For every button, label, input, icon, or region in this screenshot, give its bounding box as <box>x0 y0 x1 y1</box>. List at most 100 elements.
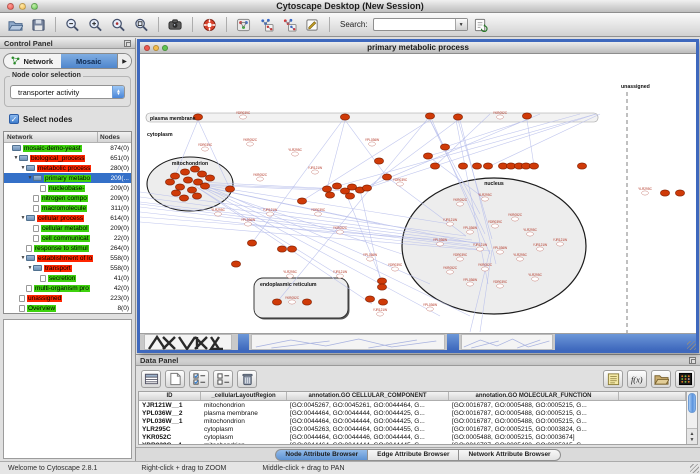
app-resize-grip[interactable] <box>690 464 699 473</box>
tree-row-multi-organism-pro[interactable]: multi-organism pro42(0) <box>4 283 131 293</box>
help-icon[interactable] <box>199 15 220 35</box>
notes-icon[interactable] <box>603 370 623 388</box>
table-cell: [GO:0005488, GO:0005215, GO:0003674] <box>449 434 619 441</box>
minimize-icon[interactable] <box>153 45 159 51</box>
tree-row-cell-communicat[interactable]: cell communicat22(0) <box>4 233 131 243</box>
tree-row-cellular-process[interactable]: ▼cellular process614(0) <box>4 213 131 223</box>
window-resize-grip[interactable] <box>687 341 696 350</box>
import-attributes-icon[interactable] <box>651 370 671 388</box>
tree-row-node-count: 22(0) <box>114 235 131 242</box>
unselect-attributes-icon[interactable] <box>213 370 233 388</box>
tree-row-node-count: 223(0) <box>110 295 131 302</box>
svg-text:unassigned: unassigned <box>621 84 650 90</box>
search-input[interactable]: ▼ <box>373 18 468 31</box>
network-strip-thumbnail[interactable] <box>251 334 445 350</box>
minimized-frame-bar[interactable] <box>555 334 696 350</box>
table-row[interactable]: YDR039C__1mitochondrion[GO:0044464, GO:0… <box>139 441 686 444</box>
network-thumbnail-strip[interactable] <box>140 333 696 350</box>
annotation-icon[interactable] <box>302 15 323 35</box>
open-file-icon[interactable] <box>5 15 26 35</box>
tree-row-transport[interactable]: ▼transport558(0) <box>4 263 131 273</box>
tree-row-biological-process[interactable]: ▼biological_process651(0) <box>4 153 131 163</box>
control-panel-tabs: NetworkMosaic▶ <box>3 53 132 69</box>
table-row[interactable]: YKR052Ccytoplasm[GO:0044464, GO:0044446,… <box>139 433 686 441</box>
merge-networks-icon[interactable] <box>256 15 277 35</box>
table-row[interactable]: YLR295Ccytoplasm[GO:0045263, GO:0044464,… <box>139 425 686 433</box>
save-icon[interactable] <box>28 15 49 35</box>
data-panel-toolbar: f(x) <box>136 366 700 391</box>
network-graph[interactable]: YKR052CYLR295CYJR121WYPL036WYDR039CYKR05… <box>140 54 696 333</box>
tab-mosaic[interactable]: Mosaic <box>61 54 118 68</box>
minimize-window-button[interactable] <box>19 3 26 10</box>
scrollbar-arrows[interactable]: ▲▼ <box>687 428 697 444</box>
data-panel-title: Data Panel <box>140 356 178 365</box>
tree-row-nitrogen-compo[interactable]: nitrogen compo209(0) <box>4 193 131 203</box>
tree-row-nucleobase-[interactable]: nucleobase-209(0) <box>4 183 131 193</box>
tree-row-establishment-of-lo[interactable]: ▼establishment of lo558(0) <box>4 253 131 263</box>
zoom-fit-icon[interactable] <box>131 15 152 35</box>
table-scrollbar[interactable]: ▲▼ <box>686 392 697 444</box>
minimized-frame-bar[interactable] <box>238 334 249 350</box>
select-nodes-checkbox[interactable]: ✓ <box>9 114 19 124</box>
float-panel-icon[interactable] <box>689 357 696 364</box>
zoom-in-icon[interactable] <box>85 15 106 35</box>
close-icon[interactable] <box>144 45 150 51</box>
minimized-frame-bar[interactable] <box>447 334 459 350</box>
table-row[interactable]: YPL036W__2plasma membrane[GO:0044464, GO… <box>139 409 686 417</box>
column-header-id[interactable]: ID <box>139 392 201 400</box>
maximize-icon[interactable] <box>162 45 168 51</box>
network-tree: Network Nodes mosaic-demo-yeast874(0)▼bi… <box>3 131 132 314</box>
table-row[interactable]: YJR121W__1mitochondrion[GO:0045267, GO:0… <box>139 401 686 409</box>
tree-row-response-to-stimul[interactable]: response to stimul264(0) <box>4 243 131 253</box>
reindex-icon[interactable] <box>470 15 491 35</box>
function-builder-icon[interactable]: f(x) <box>627 370 647 388</box>
network-strip-thumbnail[interactable] <box>461 334 553 350</box>
document-icon <box>33 235 39 242</box>
delete-attribute-icon[interactable] <box>237 370 257 388</box>
svg-text:YJR121W: YJR121W <box>308 166 322 170</box>
tree-column-nodes[interactable]: Nodes <box>98 134 131 141</box>
select-attributes-icon[interactable] <box>189 370 209 388</box>
chevron-down-icon[interactable]: ▼ <box>455 19 467 30</box>
difference-networks-icon[interactable] <box>279 15 300 35</box>
zoom-out-icon[interactable] <box>62 15 83 35</box>
network-strip-thumbnail[interactable] <box>144 334 232 350</box>
tree-row-overview[interactable]: Overview8(0) <box>4 303 131 313</box>
heatmap-icon[interactable] <box>675 370 695 388</box>
layout-icon[interactable] <box>233 15 254 35</box>
tab-edge-attribute-browser[interactable]: Edge Attribute Browser <box>368 449 459 461</box>
column-header-molecular-function[interactable]: annotation.GO MOLECULAR_FUNCTION <box>449 392 619 400</box>
zoom-window-button[interactable] <box>31 3 38 10</box>
tab-network-attribute-browser[interactable]: Network Attribute Browser <box>459 449 560 461</box>
tree-row-primary-metabo[interactable]: ▼primary metabo209(... <box>4 173 131 183</box>
network-canvas[interactable]: YKR052CYLR295CYJR121WYPL036WYDR039CYKR05… <box>140 54 696 333</box>
tab-node-attribute-browser[interactable]: Node Attribute Browser <box>275 449 368 461</box>
network-view-titlebar[interactable]: primary metabolic process <box>140 42 696 54</box>
attribute-table-icon[interactable] <box>141 370 161 388</box>
tab-network[interactable]: Network <box>4 54 61 68</box>
table-row[interactable]: YPL036W__1mitochondrion[GO:0044464, GO:0… <box>139 417 686 425</box>
tree-row-label: multi-organism pro <box>34 285 90 292</box>
document-icon <box>19 305 25 312</box>
tree-row-metabolic-process[interactable]: ▼metabolic process280(0) <box>4 163 131 173</box>
tree-row-cellular-metabol[interactable]: cellular metabol209(0) <box>4 223 131 233</box>
tree-row-node-count: 41(0) <box>114 275 131 282</box>
close-window-button[interactable] <box>7 3 14 10</box>
float-panel-icon[interactable] <box>124 40 131 47</box>
scrollbar-thumb[interactable] <box>688 393 696 413</box>
zoom-selected-icon[interactable] <box>108 15 129 35</box>
tree-row-mosaic-demo-yeast[interactable]: mosaic-demo-yeast874(0) <box>4 143 131 153</box>
data-panel-header: Data Panel <box>136 355 700 366</box>
more-tabs-button[interactable]: ▶ <box>117 54 131 68</box>
tree-row-macromolecule[interactable]: macromolecule311(0) <box>4 203 131 213</box>
tree-column-network[interactable]: Network <box>4 132 98 142</box>
new-attribute-icon[interactable] <box>165 370 185 388</box>
snapshot-icon[interactable] <box>165 15 186 35</box>
column-header-cellular-component[interactable]: annotation.GO CELLULAR_COMPONENT <box>287 392 449 400</box>
folder-icon <box>26 255 35 261</box>
node-color-dropdown[interactable]: transporter activity ▲▼ <box>10 85 125 99</box>
tree-row-secretion[interactable]: secretion41(0) <box>4 273 131 283</box>
column-header-region[interactable]: _cellularLayoutRegion <box>201 392 287 400</box>
tree-row-unassigned[interactable]: unassigned223(0) <box>4 293 131 303</box>
tree-row-node-count: 558(0) <box>110 255 131 262</box>
